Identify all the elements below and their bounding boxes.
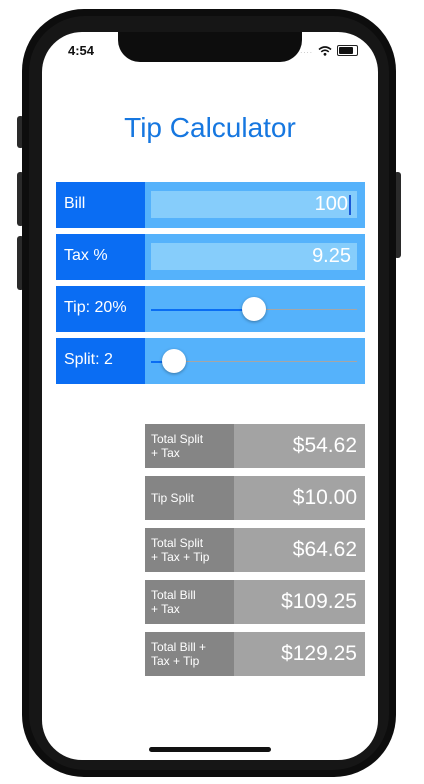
signal-icon: .... [300, 46, 313, 55]
tip-row: Tip: 20% [56, 286, 365, 332]
result-label: Total Split + Tax [145, 424, 234, 468]
home-indicator[interactable] [149, 747, 271, 752]
bill-row: Bill 100 [56, 182, 365, 228]
tip-label: Tip: 20% [56, 286, 145, 332]
result-label: Total Bill + Tax [145, 580, 234, 624]
bill-input[interactable]: 100 [151, 191, 357, 218]
tax-label: Tax % [56, 234, 145, 280]
split-slider[interactable] [151, 349, 357, 373]
bill-value: 100 [314, 193, 348, 215]
tip-slider-thumb[interactable] [242, 297, 266, 321]
tax-row: Tax % 9.25 [56, 234, 365, 280]
result-value: $10.00 [292, 486, 357, 509]
page-title: Tip Calculator [124, 112, 296, 143]
result-value: $109.25 [281, 590, 357, 613]
bill-label: Bill [56, 182, 145, 228]
result-value: $129.25 [281, 642, 357, 665]
result-row-total-bill-tax-tip: Total Bill + Tax + Tip $129.25 [145, 632, 365, 676]
status-time: 4:54 [68, 43, 95, 58]
split-slider-thumb[interactable] [161, 349, 186, 373]
result-label: Tip Split [145, 476, 234, 520]
split-label: Split: 2 [56, 338, 145, 384]
result-value: $64.62 [292, 538, 357, 561]
result-row-total-bill-tax: Total Bill + Tax $109.25 [145, 580, 365, 624]
notch [118, 32, 302, 62]
app-screen: 4:54 .... Tip Calculator Bill 100 Tax % … [42, 32, 378, 760]
split-row: Split: 2 [56, 338, 365, 384]
result-row-tip-split: Tip Split $10.00 [145, 476, 365, 520]
wifi-icon [318, 45, 332, 56]
result-label: Total Split + Tax + Tip [145, 528, 234, 572]
status-icons: .... [300, 45, 358, 56]
tax-input[interactable]: 9.25 [151, 243, 357, 270]
battery-icon [337, 45, 358, 56]
result-label: Total Bill + Tax + Tip [145, 632, 234, 676]
text-caret [349, 194, 351, 215]
result-row-total-split-tax-tip: Total Split + Tax + Tip $64.62 [145, 528, 365, 572]
tip-slider-fill [151, 308, 254, 311]
tip-slider[interactable] [151, 297, 357, 321]
result-value: $54.62 [292, 434, 357, 457]
result-row-total-split-tax: Total Split + Tax $54.62 [145, 424, 365, 468]
